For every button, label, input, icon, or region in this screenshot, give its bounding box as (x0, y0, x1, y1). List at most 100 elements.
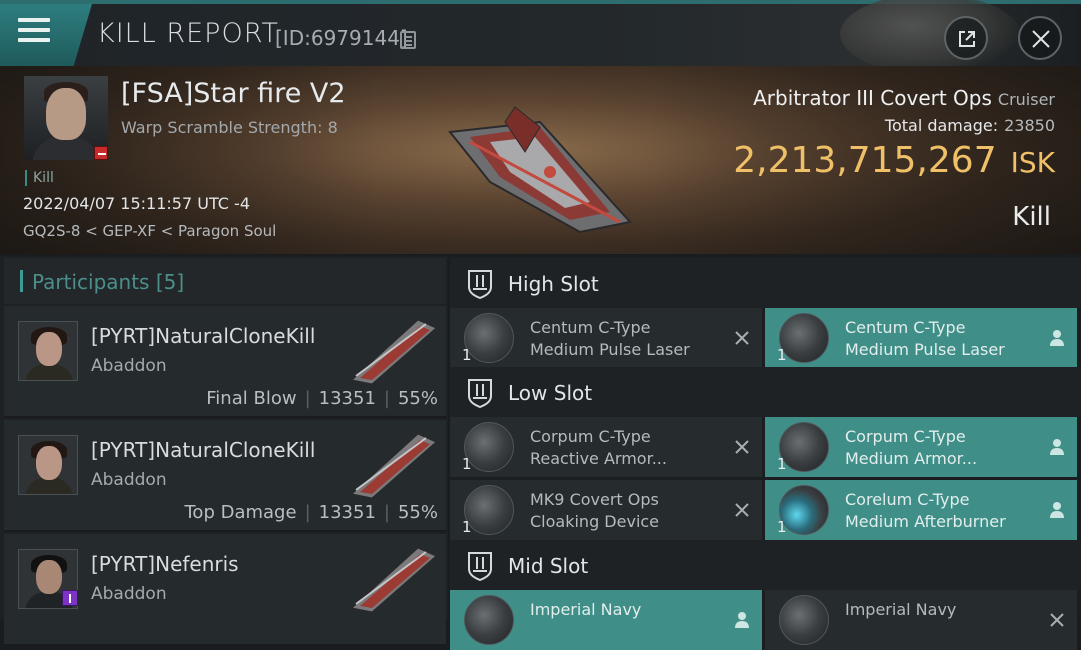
participant-damage: 13351 (318, 502, 376, 523)
participants-header: Participants [5] (4, 258, 446, 304)
destroyed-item[interactable]: Imperial Navy (765, 590, 1077, 650)
shield-icon (468, 552, 492, 581)
destroyed-item[interactable]: 1 MK9 Covert Ops Cloaking Device (450, 480, 762, 540)
participant-ship: Abaddon (91, 470, 167, 490)
item-name-line2: Medium Pulse Laser (845, 340, 1005, 359)
participant-ship-image[interactable] (348, 428, 440, 500)
item-qty: 1 (777, 455, 787, 473)
cross-icon (735, 440, 749, 454)
item-qty: 1 (462, 455, 472, 473)
item-name: Corelum C-Type Medium Afterburner (845, 489, 1035, 533)
victim-summary: [FSA]Star fire V2 Warp Scramble Strength… (0, 66, 1081, 254)
dropped-item[interactable]: 1 Corelum C-Type Medium Afterburner (765, 480, 1077, 540)
kill-location[interactable]: GQ2S-8 < GEP-XF < Paragon Soul (23, 222, 276, 240)
destroyed-item[interactable]: 1 Corpum C-Type Reactive Armor... (450, 417, 762, 477)
kill-tag: Kill (25, 170, 54, 186)
dropped-item[interactable]: Imperial Navy (450, 590, 762, 650)
item-name-line2: Cloaking Device (530, 512, 660, 531)
shield-icon (468, 270, 492, 299)
fitting-panel: High Slot 1 Centum C-Type Medium Pulse La… (450, 256, 1081, 650)
item-qty: 1 (777, 518, 787, 536)
item-name-line1: Imperial Navy (530, 600, 642, 619)
ship-name[interactable]: Arbitrator III Covert Ops Cruiser (753, 86, 1055, 110)
share-icon (959, 31, 975, 47)
participant-name[interactable]: [PYRT]NaturalCloneKill (91, 438, 315, 462)
copy-icon[interactable] (400, 31, 416, 49)
participant-role: Top Damage (184, 502, 297, 523)
avatar[interactable] (18, 435, 78, 495)
participant-percent: 55% (397, 388, 438, 409)
close-button[interactable] (1018, 16, 1062, 60)
menu-button[interactable] (0, 4, 92, 66)
item-name: Centum C-Type Medium Pulse Laser (530, 317, 720, 361)
total-damage-value: 23850 (1004, 116, 1055, 135)
isk-unit: ISK (1010, 146, 1055, 179)
mid-slot-label: Mid Slot (508, 554, 589, 578)
item-name-line2: Reactive Armor... (530, 449, 667, 468)
item-name-line1: Corpum C-Type (530, 427, 651, 446)
high-slot-label: High Slot (508, 272, 599, 296)
module-icon (464, 595, 514, 645)
item-name-line1: Centum C-Type (845, 318, 966, 337)
ship-name-text[interactable]: Arbitrator III Covert Ops (753, 86, 992, 110)
dropped-item[interactable]: 1 Corpum C-Type Medium Armor... (765, 417, 1077, 477)
participant-damage: 13351 (318, 388, 376, 409)
low-slot-label: Low Slot (508, 381, 593, 405)
kill-date: 2022/04/07 15:11:57 UTC -4 (23, 194, 251, 213)
title-bar: KILL REPORT [ID:6979144] (0, 0, 1081, 74)
victim-subtitle: Warp Scramble Strength: 8 (121, 118, 338, 137)
item-name: Imperial Navy (845, 599, 1035, 621)
result-label: Kill (1012, 202, 1051, 232)
participant-row[interactable]: [PYRT]NaturalCloneKill Abaddon Final Blo… (4, 306, 446, 418)
corp-badge-icon (62, 590, 78, 606)
total-damage: Total damage: 23850 (885, 116, 1055, 135)
cross-icon (1050, 613, 1064, 627)
menu-icon[interactable] (18, 18, 50, 44)
close-icon (1032, 30, 1050, 48)
item-name: Centum C-Type Medium Pulse Laser (845, 317, 1035, 361)
item-qty: 1 (462, 346, 472, 364)
destroyed-item[interactable]: 1 Centum C-Type Medium Pulse Laser (450, 308, 762, 368)
item-name-line2: Medium Afterburner (845, 512, 1006, 531)
kill-id: [ID:6979144] (275, 26, 408, 50)
victim-ship-image[interactable] (430, 82, 650, 242)
participant-ship-image[interactable] (348, 314, 440, 386)
isk-value: 2,213,715,267 ISK (733, 140, 1055, 181)
share-button[interactable] (944, 16, 988, 60)
avatar[interactable] (18, 321, 78, 381)
item-name: Corpum C-Type Reactive Armor... (530, 426, 720, 470)
mid-slot-header: Mid Slot (450, 540, 1081, 590)
item-name: Corpum C-Type Medium Armor... (845, 426, 1035, 470)
item-name: Imperial Navy (530, 599, 720, 621)
cross-icon (735, 503, 749, 517)
low-slot-header: Low Slot (450, 367, 1081, 417)
page-title: KILL REPORT (97, 18, 279, 49)
participant-name[interactable]: [PYRT]NaturalCloneKill (91, 324, 315, 348)
item-name-line1: Corelum C-Type (845, 490, 970, 509)
participant-percent: 55% (397, 502, 438, 523)
victim-name[interactable]: [FSA]Star fire V2 (121, 78, 346, 109)
item-qty: 1 (462, 518, 472, 536)
item-name-line1: Imperial Navy (845, 600, 957, 619)
cross-icon (735, 331, 749, 345)
participant-row[interactable]: [PYRT]NaturalCloneKill Abaddon Top Damag… (4, 420, 446, 532)
person-icon (1050, 439, 1064, 455)
participant-ship: Abaddon (91, 584, 167, 604)
participant-name[interactable]: [PYRT]Nefenris (91, 552, 239, 576)
item-name-line2: Medium Armor... (845, 449, 978, 468)
shield-icon (468, 379, 492, 408)
item-qty: 1 (777, 346, 787, 364)
participant-stats: Top Damage | 13351 | 55% (184, 502, 439, 523)
participant-row[interactable]: [PYRT]Nefenris Abaddon (4, 534, 446, 646)
dropped-item[interactable]: 1 Centum C-Type Medium Pulse Laser (765, 308, 1077, 368)
participant-ship-image[interactable] (348, 542, 440, 614)
participants-count: [5] (155, 270, 185, 294)
item-name-line1: Corpum C-Type (845, 427, 966, 446)
person-icon (1050, 330, 1064, 346)
background-planet (840, 0, 1020, 74)
ship-class: Cruiser (997, 90, 1055, 109)
module-icon (779, 595, 829, 645)
total-damage-label: Total damage: (884, 116, 999, 135)
high-slot-header: High Slot (450, 258, 1081, 308)
item-name: MK9 Covert Ops Cloaking Device (530, 489, 720, 533)
